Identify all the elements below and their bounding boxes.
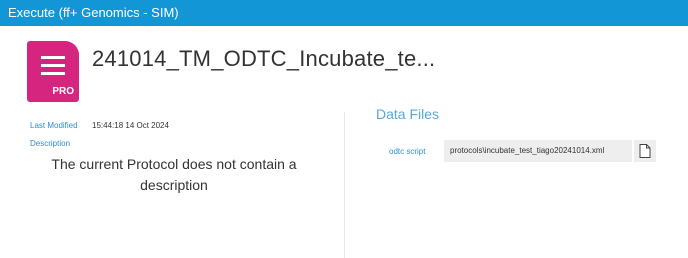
window-titlebar: Execute (ff+ Genomics - SIM) bbox=[0, 0, 688, 26]
pro-icon-line bbox=[41, 72, 65, 75]
browse-file-button[interactable] bbox=[634, 140, 656, 162]
description-label: Description bbox=[30, 139, 71, 148]
window-title: Execute (ff+ Genomics - SIM) bbox=[8, 5, 179, 20]
pro-icon-line bbox=[41, 56, 65, 59]
protocol-pro-icon: PRO bbox=[27, 41, 79, 102]
protocol-title: 241014_TM_ODTC_Incubate_te... bbox=[92, 46, 436, 71]
pro-icon-line bbox=[41, 64, 65, 67]
odtc-script-field[interactable]: protocols\incubate_test_tiago20241014.xm… bbox=[444, 140, 632, 162]
last-modified-label: Last Modified bbox=[30, 121, 78, 130]
odtc-script-label: odtc script bbox=[389, 147, 426, 156]
data-files-heading: Data Files bbox=[376, 106, 440, 122]
pro-badge: PRO bbox=[52, 86, 74, 97]
file-icon bbox=[639, 144, 651, 158]
description-text: The current Protocol does not contain a … bbox=[51, 156, 297, 193]
last-modified-value: 15:44:18 14 Oct 2024 bbox=[92, 121, 169, 130]
panel-divider bbox=[344, 112, 345, 258]
